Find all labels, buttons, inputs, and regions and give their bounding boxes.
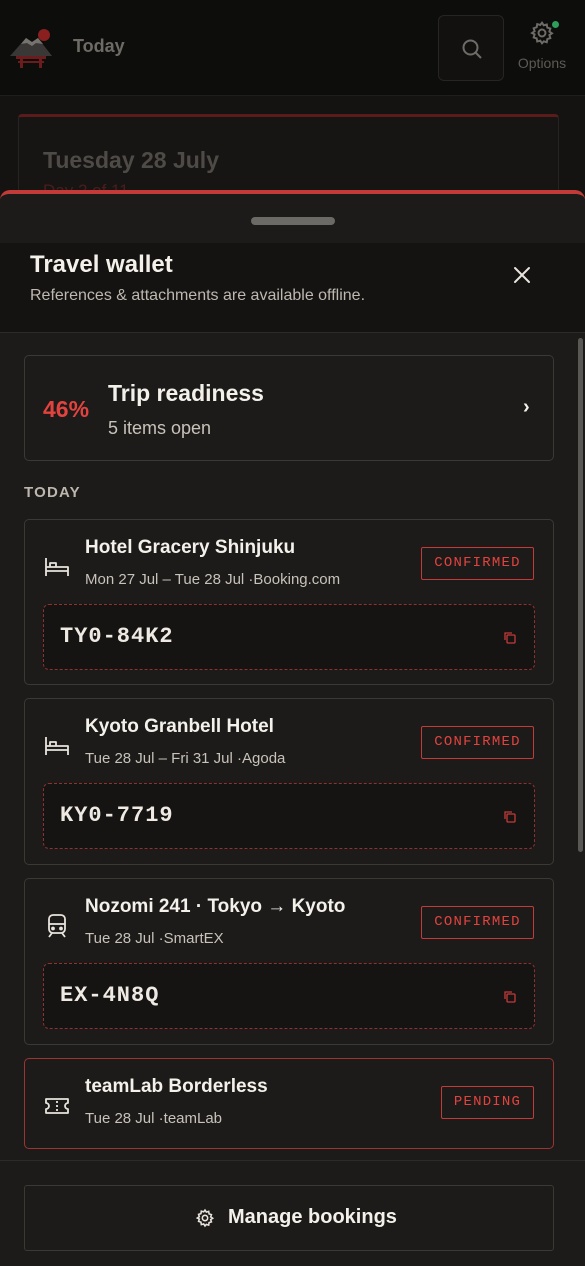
search-button[interactable] [438, 15, 504, 81]
section-label-today: TODAY [24, 484, 81, 501]
booking-dates: Tue 28 Jul ·teamLab [85, 1110, 223, 1127]
scrollbar-thumb[interactable] [578, 338, 583, 852]
sheet-footer: Manage bookings [0, 1160, 585, 1266]
booking-dates: Mon 27 Jul – Tue 28 Jul ·Booking.com [85, 571, 341, 588]
booking-dates: Tue 28 Jul – Fri 31 Jul ·Agoda [85, 750, 286, 767]
status-badge: PENDING [441, 1086, 534, 1119]
booking-reference[interactable]: KY0-7719 [43, 783, 535, 849]
notification-dot [552, 21, 559, 28]
close-button[interactable] [504, 257, 540, 293]
booking-name: Nozomi 241 · Tokyo → Kyoto [85, 896, 346, 917]
booking-card[interactable]: Kyoto Granbell Hotel Tue 28 Jul – Fri 31… [24, 698, 554, 865]
booking-name: Kyoto Granbell Hotel [85, 716, 274, 737]
manage-bookings-label: Manage bookings [228, 1206, 397, 1228]
search-icon [462, 39, 482, 59]
status-badge: CONFIRMED [421, 726, 534, 759]
options-button[interactable]: Options [512, 20, 572, 76]
booking-card[interactable]: Hotel Gracery Shinjuku Mon 27 Jul – Tue … [24, 519, 554, 685]
manage-bookings-button[interactable]: Manage bookings [24, 1185, 554, 1251]
booking-reference[interactable]: TY0-84K2 [43, 604, 535, 670]
app-header: Today Options [0, 0, 585, 96]
gear-icon [195, 1208, 215, 1228]
copy-icon[interactable] [502, 809, 518, 825]
readiness-subtitle: 5 items open [108, 418, 212, 438]
reference-code: TY0-84K2 [60, 624, 174, 649]
reference-code: KY0-7719 [60, 803, 174, 828]
sheet-header: Travel wallet References & attachments a… [0, 243, 585, 333]
sheet-drag-area[interactable] [0, 194, 585, 243]
booking-name: Hotel Gracery Shinjuku [85, 537, 296, 558]
copy-icon[interactable] [502, 630, 518, 646]
status-badge: CONFIRMED [421, 906, 534, 939]
copy-icon[interactable] [502, 989, 518, 1005]
options-label: Options [517, 55, 567, 71]
app-title: Today [73, 36, 125, 56]
booking-reference[interactable]: EX-4N8Q [43, 963, 535, 1029]
booking-name: teamLab Borderless [85, 1076, 268, 1097]
fuji-logo-icon [10, 29, 52, 68]
trip-readiness-card[interactable]: 46% Trip readiness 5 items open › [24, 355, 554, 461]
readiness-percent: 46% [43, 396, 90, 422]
day-card-date: Tuesday 28 July [43, 147, 219, 173]
sheet-title: Travel wallet [30, 251, 173, 278]
reference-code: EX-4N8Q [60, 983, 160, 1008]
bed-icon [45, 558, 69, 576]
chevron-right-icon: › [523, 396, 530, 418]
bed-icon [45, 737, 69, 755]
readiness-title: Trip readiness [108, 380, 264, 406]
booking-dates: Tue 28 Jul ·SmartEX [85, 930, 224, 947]
ticket-icon [45, 1098, 69, 1114]
booking-card[interactable]: Nozomi 241 · Tokyo → Kyoto Tue 28 Jul ·S… [24, 878, 554, 1045]
booking-card[interactable]: teamLab Borderless Tue 28 Jul ·teamLab P… [24, 1058, 554, 1149]
status-badge: CONFIRMED [421, 547, 534, 580]
sheet-subtitle: References & attachments are available o… [30, 287, 366, 304]
train-icon [48, 914, 66, 938]
wallet-scroll-area[interactable]: 46% Trip readiness 5 items open › TODAY … [0, 334, 585, 1160]
close-icon [514, 267, 530, 283]
sheet-drag-handle[interactable] [251, 217, 335, 225]
travel-wallet-sheet: Travel wallet References & attachments a… [0, 190, 585, 1266]
